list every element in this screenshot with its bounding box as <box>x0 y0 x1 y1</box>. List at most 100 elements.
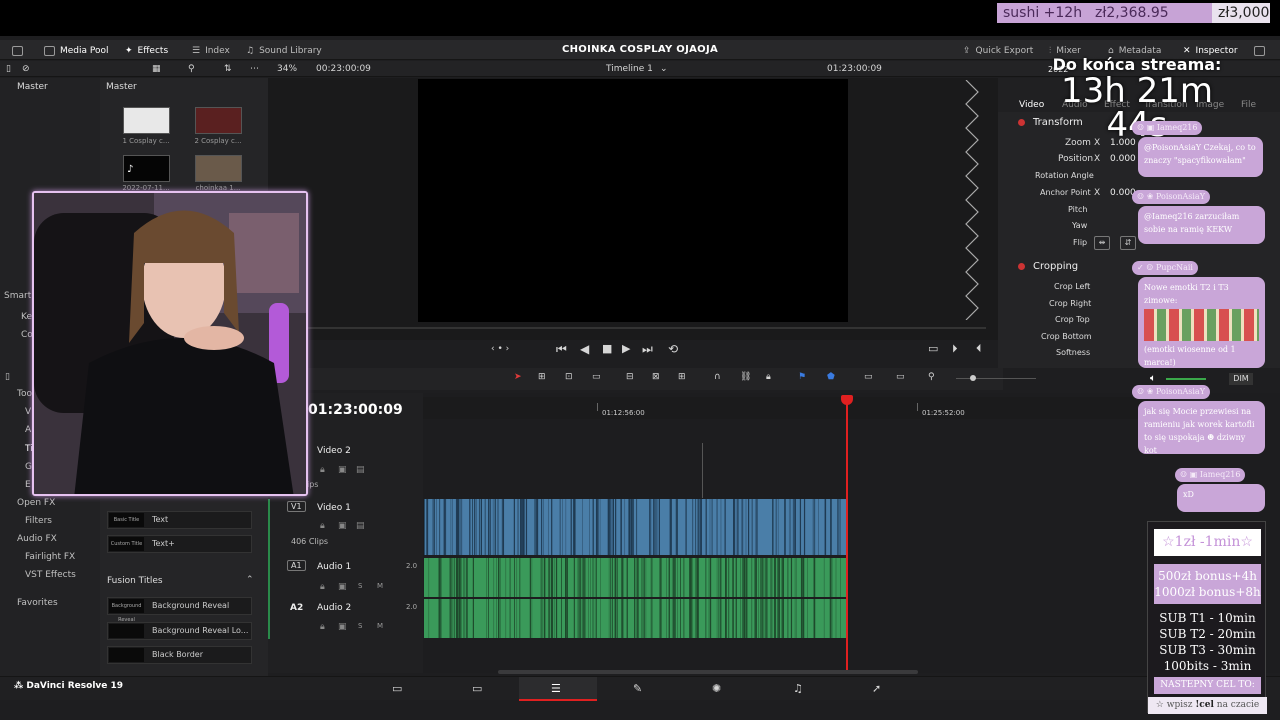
edit-page-icon[interactable]: ☰ <box>551 682 561 695</box>
keywords-item[interactable]: Ke <box>21 312 32 322</box>
zoom-detail-icon[interactable]: ▭ <box>896 372 905 382</box>
fairlight-page-icon[interactable]: ♫ <box>793 682 803 695</box>
track-audio2-name[interactable]: Audio 2 <box>317 603 351 613</box>
link-icon[interactable]: ⛓ <box>740 372 751 382</box>
volume-slider[interactable] <box>1166 378 1206 380</box>
media-thumbnail[interactable] <box>195 155 242 182</box>
playhead[interactable] <box>846 398 848 670</box>
play-icon[interactable]: ▶ <box>622 342 630 355</box>
mute-button[interactable]: M <box>377 582 383 590</box>
fairlight-fx-item[interactable]: Fairlight FX <box>25 552 75 562</box>
selection-tool-icon[interactable]: ➤ <box>514 372 522 382</box>
vst-effects-item[interactable]: VST Effects <box>25 570 76 580</box>
deliver-page-icon[interactable]: ➚ <box>872 682 881 695</box>
trim-tool-icon[interactable]: ⊞ <box>538 372 546 382</box>
media-thumbnail[interactable] <box>195 107 242 134</box>
effect-item[interactable]: Custom Title Text+ <box>107 535 252 553</box>
flip-vertical-icon[interactable]: ⇵ <box>1120 236 1136 250</box>
auto-select-icon[interactable]: ▣ <box>338 465 347 475</box>
zoom-slider[interactable] <box>956 378 1036 379</box>
zoom-level[interactable]: 34% <box>277 64 297 74</box>
more-icon[interactable]: ⋯ <box>250 64 259 74</box>
speaker-icon[interactable]: 🔈︎ <box>1150 373 1156 384</box>
track-badge-a2[interactable]: A2 <box>290 603 303 613</box>
auto-select-icon[interactable]: ▣ <box>338 582 347 592</box>
stop-icon[interactable]: ■ <box>602 342 612 355</box>
enable-dot[interactable] <box>1018 262 1025 270</box>
track-badge-v1[interactable]: V1 <box>287 501 306 512</box>
chevron-up-icon[interactable]: ⌃ <box>246 575 254 585</box>
sort-icon[interactable]: ⇅ <box>224 64 232 74</box>
marker-icon[interactable]: ⬟ <box>827 372 835 382</box>
track-video2-name[interactable]: Video 2 <box>317 446 351 456</box>
effect-item[interactable]: Background Reveal Lo... <box>107 622 252 640</box>
loop-icon[interactable]: ⟲ <box>668 342 678 356</box>
grid-view-icon[interactable]: ▦ <box>152 64 161 74</box>
audio-fx-item[interactable]: Audio FX <box>17 534 57 544</box>
mute-button[interactable]: M <box>377 622 383 630</box>
cut-page-icon[interactable]: ▭ <box>472 682 482 695</box>
jog-icon[interactable]: ‹ • › <box>491 344 509 354</box>
timeline-ruler[interactable] <box>423 397 1148 419</box>
skip-end-icon[interactable]: ⏭ <box>642 342 653 357</box>
dim-button[interactable]: DIM <box>1229 373 1253 385</box>
next-edit-icon[interactable]: ⏵ <box>952 342 958 356</box>
reverse-icon[interactable]: ◀ <box>580 342 589 356</box>
panel-toggle-icon[interactable]: ▯ <box>6 64 11 74</box>
solo-button[interactable]: S <box>358 582 362 590</box>
timeline-scrollbar[interactable] <box>498 670 918 674</box>
lock-icon[interactable]: 🔒︎ <box>320 582 325 592</box>
cropping-section[interactable]: Cropping <box>1018 261 1078 272</box>
video-transitions-item[interactable]: V <box>25 407 31 417</box>
replace-icon[interactable]: ⊞ <box>678 372 686 382</box>
color-page-icon[interactable]: ✺ <box>712 682 721 695</box>
search-icon[interactable]: ⚲ <box>188 64 195 74</box>
media-thumbnail[interactable] <box>123 107 170 134</box>
dynamic-trim-icon[interactable]: ⊡ <box>565 372 573 382</box>
enable-dot[interactable] <box>1018 118 1025 126</box>
zoom-slider-handle[interactable] <box>970 375 976 381</box>
effect-item[interactable]: Black Border <box>107 646 252 664</box>
media-page-icon[interactable]: ▭ <box>392 682 402 695</box>
filter-icon[interactable]: ⊘ <box>22 64 30 74</box>
solo-button[interactable]: S <box>358 622 362 630</box>
fusion-page-icon[interactable]: ✎ <box>633 682 642 695</box>
track-display-icon[interactable]: ▤ <box>356 465 365 475</box>
position-x-field[interactable]: 0.000 <box>1110 154 1136 164</box>
zoom-custom-icon[interactable]: ⚲ <box>928 372 935 382</box>
prev-edit-icon[interactable]: ⏴ <box>976 342 982 356</box>
track-audio1-name[interactable]: Audio 1 <box>317 562 351 572</box>
track-display-icon[interactable]: ▤ <box>356 521 365 531</box>
insert-icon[interactable]: ⊟ <box>626 372 634 382</box>
audio-transitions-item[interactable]: A <box>25 425 31 435</box>
match-frame-icon[interactable]: ▭ <box>928 342 938 355</box>
viewer-screen[interactable] <box>418 79 848 322</box>
flag-icon[interactable]: ⚑ <box>798 372 806 382</box>
zoom-full-icon[interactable]: ▭ <box>864 372 873 382</box>
toolbox-item[interactable]: Too <box>17 389 32 399</box>
tab-file[interactable]: File <box>1241 100 1256 110</box>
effects-item[interactable]: E <box>25 480 31 490</box>
favorites-item[interactable]: Favorites <box>17 598 58 608</box>
auto-select-icon[interactable]: ▣ <box>338 622 347 632</box>
lock-icon[interactable]: 🔒︎ <box>320 521 325 531</box>
track-video1-name[interactable]: Video 1 <box>317 503 351 513</box>
chevron-down-icon[interactable]: ⌄ <box>660 64 668 74</box>
blade-tool-icon[interactable]: ▭ <box>592 372 601 382</box>
flip-horizontal-icon[interactable]: ⇹ <box>1094 236 1110 250</box>
scrubber-bar[interactable] <box>268 327 986 329</box>
filters-item[interactable]: Filters <box>25 516 52 526</box>
fusion-titles-header[interactable]: Fusion Titles <box>107 576 163 586</box>
skip-start-icon[interactable]: ⏮ <box>556 342 567 357</box>
open-fx-item[interactable]: Open FX <box>17 498 55 508</box>
effect-item[interactable]: Basic Title Text <box>107 511 252 529</box>
auto-select-icon[interactable]: ▣ <box>338 521 347 531</box>
lock-icon[interactable]: 🔒︎ <box>320 622 325 632</box>
timeline-selector[interactable]: Timeline 1 <box>606 64 653 74</box>
panel-icon[interactable]: ▯ <box>5 372 10 382</box>
track-badge-a1[interactable]: A1 <box>287 560 306 571</box>
overwrite-icon[interactable]: ⊠ <box>652 372 660 382</box>
music-icon[interactable]: ♪ <box>123 155 170 182</box>
lock-icon[interactable]: 🔒︎ <box>766 372 771 382</box>
snapping-icon[interactable]: ∩ <box>714 372 721 382</box>
